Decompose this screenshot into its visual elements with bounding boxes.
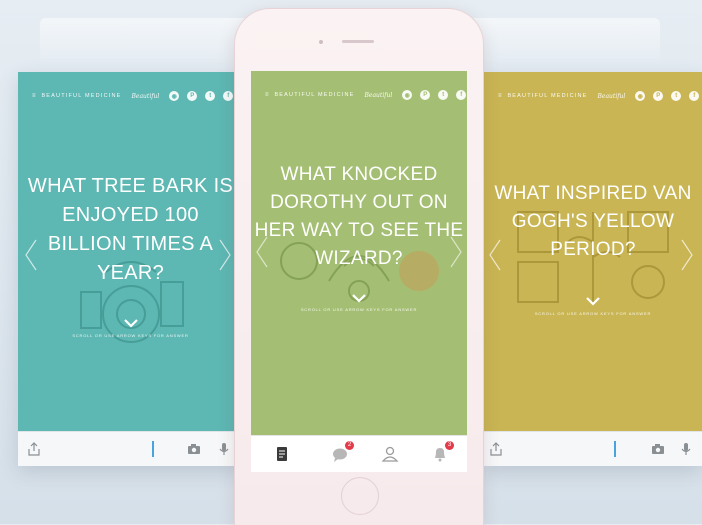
phone-social-links: ◉ P t f [402, 90, 467, 100]
twitter-icon[interactable]: t [205, 91, 216, 101]
question-line: YEAR? [96, 262, 165, 284]
chevron-right-icon[interactable] [449, 235, 463, 269]
right-question-card: ≡ BEAUTIFUL MEDICINE Beautiful ◉ P t f W… [484, 72, 702, 466]
pinterest-icon[interactable]: P [187, 91, 198, 101]
phone-brand-signature: Beautiful [364, 91, 393, 99]
camera-icon[interactable] [186, 441, 202, 457]
question-line: WIZARD? [315, 248, 403, 269]
text-cursor [614, 441, 616, 457]
share-icon[interactable] [488, 441, 504, 457]
left-question-card: ≡ BEAUTIFUL MEDICINE Beautiful ◉ P t f W… [18, 72, 243, 466]
chevron-left-icon[interactable] [24, 238, 38, 272]
chevron-down-icon[interactable] [123, 318, 139, 328]
twitter-icon[interactable]: t [438, 90, 449, 100]
facebook-icon[interactable]: f [223, 91, 234, 101]
instagram-icon[interactable]: ◉ [402, 90, 413, 100]
question-line: ENJOYED 100 [62, 204, 199, 226]
camera-icon[interactable] [650, 441, 666, 457]
phone-question-text: WHAT KNOCKED DOROTHY OUT ON HER WAY TO S… [251, 161, 467, 273]
notes-tab[interactable] [271, 443, 293, 465]
chevron-left-icon[interactable] [488, 238, 502, 272]
notepad-icon [277, 447, 287, 461]
notifications-tab[interactable]: 3 [429, 441, 454, 465]
right-scroll-hint: SCROLL OR USE ARROW KEYS FOR ANSWER [534, 311, 652, 316]
phone-card-header: ≡ BEAUTIFUL MEDICINE Beautiful ◉ P t f [251, 87, 467, 103]
chevron-left-icon[interactable] [255, 235, 269, 269]
left-scroll-hint: SCROLL OR USE ARROW KEYS FOR ANSWER [72, 333, 189, 338]
messages-tab[interactable]: 2 [329, 441, 354, 465]
phone-scroll-hint: SCROLL OR USE ARROW KEYS FOR ANSWER [300, 307, 418, 312]
chevron-right-icon[interactable] [218, 238, 232, 272]
microphone-icon[interactable] [678, 441, 694, 457]
left-brand-name[interactable]: ≡ BEAUTIFUL MEDICINE [32, 93, 122, 99]
right-bottom-toolbar [484, 431, 702, 466]
left-card-screen: ≡ BEAUTIFUL MEDICINE Beautiful ◉ P t f W… [18, 72, 243, 432]
phone-tab-bar: 2 3 [251, 435, 467, 472]
share-icon[interactable] [26, 441, 42, 457]
left-brand-signature: Beautiful [131, 92, 160, 100]
question-line: WHAT KNOCKED [280, 164, 438, 185]
user-icon [381, 446, 399, 462]
question-line: DOROTHY OUT ON [270, 192, 448, 213]
left-question-text: WHAT TREE BARK IS ENJOYED 100 BILLION TI… [18, 172, 243, 288]
earpiece-speaker [342, 40, 374, 43]
instagram-icon[interactable]: ◉ [635, 91, 646, 101]
chevron-down-icon[interactable] [351, 293, 367, 303]
home-button[interactable] [341, 477, 379, 515]
question-line: BILLION TIMES A [47, 233, 214, 255]
question-line: HER WAY TO SEE THE [254, 220, 464, 241]
chevron-right-icon[interactable] [680, 238, 694, 272]
right-brand-name[interactable]: ≡ BEAUTIFUL MEDICINE [498, 93, 588, 99]
right-social-links: ◉ P t f [635, 91, 700, 101]
profile-tab[interactable] [379, 443, 401, 465]
text-cursor [152, 441, 154, 457]
twitter-icon[interactable]: t [671, 91, 682, 101]
question-line: GOGH'S YELLOW [511, 211, 675, 232]
front-camera [319, 40, 323, 44]
notifications-badge: 3 [445, 441, 454, 450]
pinterest-icon[interactable]: P [653, 91, 664, 101]
right-card-header: ≡ BEAUTIFUL MEDICINE Beautiful ◉ P t f [484, 88, 702, 104]
right-brand-signature: Beautiful [597, 92, 626, 100]
question-line: WHAT TREE BARK IS [27, 175, 234, 197]
phone-brand-name[interactable]: ≡ BEAUTIFUL MEDICINE [265, 92, 355, 98]
question-line: PERIOD? [550, 239, 636, 260]
chevron-down-icon[interactable] [585, 296, 601, 306]
right-question-text: WHAT INSPIRED VAN GOGH'S YELLOW PERIOD? [484, 180, 702, 264]
phone-device: ≡ BEAUTIFUL MEDICINE Beautiful ◉ P t f W… [234, 8, 484, 525]
microphone-icon[interactable] [216, 441, 232, 457]
pinterest-icon[interactable]: P [420, 90, 431, 100]
question-line: WHAT INSPIRED VAN [494, 183, 692, 204]
facebook-icon[interactable]: f [456, 90, 467, 100]
right-card-screen: ≡ BEAUTIFUL MEDICINE Beautiful ◉ P t f W… [484, 72, 702, 432]
phone-question-card: ≡ BEAUTIFUL MEDICINE Beautiful ◉ P t f W… [251, 71, 467, 435]
left-card-header: ≡ BEAUTIFUL MEDICINE Beautiful ◉ P t f [18, 88, 243, 104]
left-social-links: ◉ P t f [169, 91, 234, 101]
left-bottom-toolbar [18, 431, 243, 466]
messages-badge: 2 [345, 441, 354, 450]
instagram-icon[interactable]: ◉ [169, 91, 180, 101]
facebook-icon[interactable]: f [689, 91, 700, 101]
